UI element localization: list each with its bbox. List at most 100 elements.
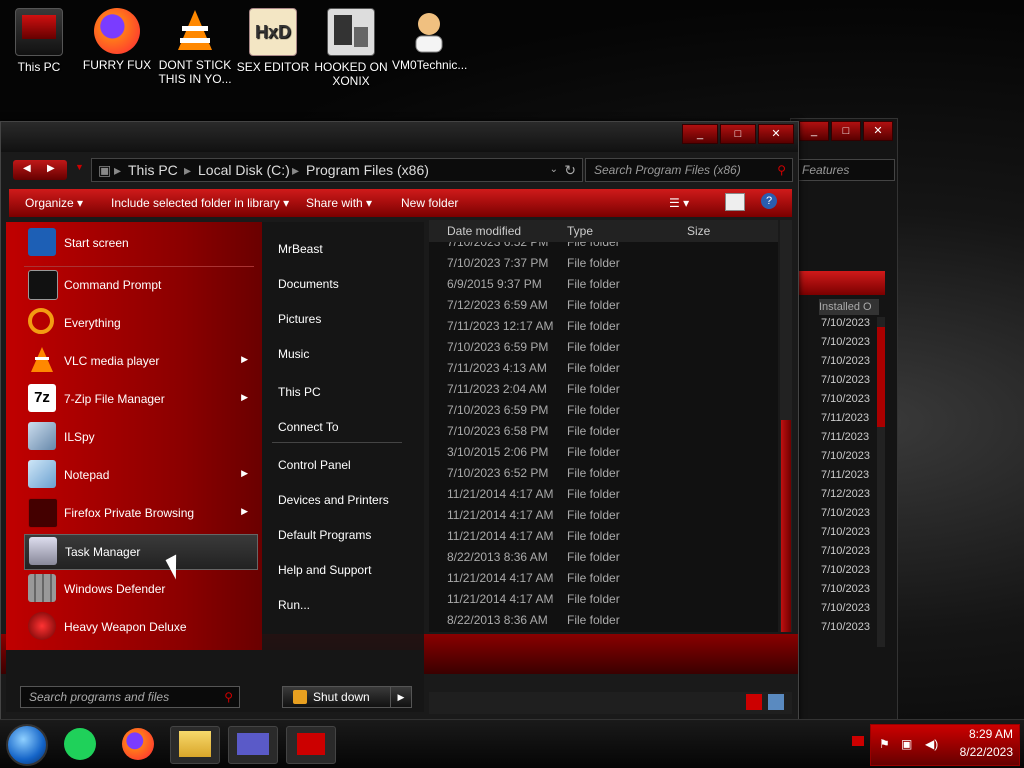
file-row[interactable]: 11/21/2014 4:17 AM File folder bbox=[429, 484, 778, 505]
preview-pane-icon[interactable] bbox=[725, 193, 745, 211]
clock-date[interactable]: 8/22/2023 bbox=[960, 745, 1013, 759]
taskbar-app-chat[interactable] bbox=[56, 726, 104, 762]
start-item-7zip[interactable]: 7z 7-Zip File Manager ▶ bbox=[24, 382, 256, 416]
start-item-vlc[interactable]: VLC media player ▶ bbox=[24, 344, 256, 378]
file-row[interactable]: 8/22/2013 8:36 AM File folder bbox=[429, 610, 778, 631]
maximize-button[interactable]: □ bbox=[720, 124, 756, 144]
file-row[interactable]: 7/11/2023 2:04 AM File folder bbox=[429, 379, 778, 400]
column-header-type[interactable]: Type bbox=[567, 224, 593, 238]
forward-arrow-icon[interactable]: ▶ bbox=[47, 163, 55, 174]
large-icons-view-icon[interactable] bbox=[768, 694, 784, 710]
organize-button[interactable]: Organize ▾ bbox=[25, 196, 83, 210]
start-item-start-screen[interactable]: Start screen bbox=[24, 226, 256, 260]
place-documents[interactable]: Documents bbox=[278, 277, 339, 291]
minimize-button[interactable]: _ bbox=[799, 121, 829, 141]
clock-time[interactable]: 8:29 AM bbox=[969, 727, 1013, 741]
file-row[interactable]: 7/10/2023 6:59 PM File folder bbox=[429, 400, 778, 421]
column-header-size[interactable]: Size bbox=[687, 224, 710, 238]
desktop-icon-vm0[interactable]: VM0Technic... bbox=[392, 8, 467, 72]
file-row[interactable]: 7/11/2023 12:17 AM File folder bbox=[429, 316, 778, 337]
scrollbar-thumb[interactable] bbox=[781, 420, 791, 632]
taskbar-app-explorer[interactable] bbox=[170, 726, 220, 764]
file-row[interactable]: 11/21/2014 4:17 AM File folder bbox=[429, 505, 778, 526]
file-row[interactable]: 8/22/2013 8:36 AM File folder bbox=[429, 547, 778, 568]
recent-pages-icon[interactable]: ▼ bbox=[75, 162, 84, 172]
desktop-icon-this-pc[interactable]: This PC bbox=[2, 8, 76, 74]
file-row[interactable]: 7/11/2023 4:13 AM File folder bbox=[429, 358, 778, 379]
details-view-icon[interactable] bbox=[746, 694, 762, 710]
file-row[interactable]: 11/21/2014 4:17 AM File folder bbox=[429, 589, 778, 610]
search-field[interactable]: Search Program Files (x86) ⚲ bbox=[585, 158, 793, 182]
search-icon[interactable]: ⚲ bbox=[224, 687, 233, 707]
submenu-arrow-icon[interactable]: ▶ bbox=[241, 392, 248, 403]
start-item-windows-defender[interactable]: Windows Defender bbox=[24, 572, 256, 606]
file-row[interactable]: 11/21/2014 4:17 AM File folder bbox=[429, 526, 778, 547]
breadcrumb-program-files[interactable]: Program Files (x86) bbox=[306, 159, 429, 181]
place-control-panel[interactable]: Control Panel bbox=[278, 458, 351, 472]
include-in-library-button[interactable]: Include selected folder in library ▾ bbox=[111, 196, 289, 210]
file-row[interactable]: 7/10/2023 7:37 PM File folder bbox=[429, 253, 778, 274]
file-row[interactable]: 7/10/2023 6:58 PM File folder bbox=[429, 421, 778, 442]
breadcrumb-local-disk[interactable]: Local Disk (C:) bbox=[198, 159, 290, 181]
refresh-icon[interactable]: ↻ bbox=[564, 159, 576, 181]
start-item-command-prompt[interactable]: Command Prompt bbox=[24, 268, 256, 302]
file-row[interactable]: 7/10/2023 6:52 PM File folder bbox=[429, 242, 778, 253]
help-icon[interactable]: ? bbox=[761, 193, 777, 209]
file-row[interactable]: 7/10/2023 6:59 PM File folder bbox=[429, 337, 778, 358]
network-icon[interactable]: ▣ bbox=[901, 737, 912, 751]
shutdown-options-button[interactable]: ▶ bbox=[390, 686, 412, 708]
place-connect-to[interactable]: Connect To bbox=[278, 420, 339, 434]
place-music[interactable]: Music bbox=[278, 347, 309, 361]
background-window[interactable]: _ □ ✕ Features Installed O 7/10/2023 7/10… bbox=[790, 118, 898, 720]
place-run[interactable]: Run... bbox=[278, 598, 310, 612]
start-item-notepad[interactable]: Notepad ▶ bbox=[24, 458, 256, 492]
view-options-icon[interactable]: ☰ ▾ bbox=[669, 196, 689, 210]
start-item-task-manager[interactable]: Task Manager bbox=[24, 534, 258, 570]
taskbar-app-red[interactable] bbox=[286, 726, 336, 764]
file-row[interactable]: 11/21/2014 4:17 AM File folder bbox=[429, 568, 778, 589]
address-bar[interactable]: ▣ ▸ This PC ▸ Local Disk (C:) ▸ Program … bbox=[91, 158, 583, 182]
minimize-button[interactable]: _ bbox=[682, 124, 718, 144]
shutdown-button[interactable]: Shut down bbox=[282, 686, 392, 708]
submenu-arrow-icon[interactable]: ▶ bbox=[241, 468, 248, 479]
taskbar-app-window[interactable] bbox=[228, 726, 278, 764]
file-row[interactable]: 3/10/2015 2:06 PM File folder bbox=[429, 442, 778, 463]
submenu-arrow-icon[interactable]: ▶ bbox=[241, 354, 248, 365]
new-folder-button[interactable]: New folder bbox=[401, 196, 458, 210]
column-header-installed[interactable]: Installed O bbox=[819, 299, 879, 315]
start-item-everything[interactable]: Everything bbox=[24, 306, 256, 340]
start-item-ilspy[interactable]: ILSpy bbox=[24, 420, 256, 454]
search-input[interactable]: Features bbox=[795, 159, 895, 181]
flag-icon[interactable]: ⚑ bbox=[879, 737, 890, 751]
desktop-icon-furry-fux[interactable]: FURRY FUX bbox=[80, 8, 154, 72]
place-default-programs[interactable]: Default Programs bbox=[278, 528, 371, 542]
back-arrow-icon[interactable]: ◀ bbox=[23, 163, 31, 174]
breadcrumb-this-pc[interactable]: This PC bbox=[128, 159, 178, 181]
desktop-icon-sex-editor[interactable]: HxD SEX EDITOR bbox=[236, 8, 310, 74]
share-with-button[interactable]: Share with ▾ bbox=[306, 196, 372, 210]
place-this-pc[interactable]: This PC bbox=[278, 385, 321, 399]
place-help-support[interactable]: Help and Support bbox=[278, 563, 371, 577]
start-item-heavy-weapon[interactable]: Heavy Weapon Deluxe bbox=[24, 610, 256, 644]
search-input[interactable]: Search Program Files (x86) bbox=[594, 159, 741, 181]
chevron-down-icon[interactable]: ⌄ bbox=[550, 159, 558, 181]
vertical-scrollbar[interactable] bbox=[780, 220, 792, 632]
place-devices-printers[interactable]: Devices and Printers bbox=[278, 493, 389, 507]
submenu-arrow-icon[interactable]: ▶ bbox=[241, 506, 248, 517]
column-header-date[interactable]: Date modified bbox=[447, 224, 521, 238]
desktop-icon-vlc[interactable]: DONT STICK THIS IN YO... bbox=[158, 8, 232, 86]
taskbar-app-firefox[interactable] bbox=[114, 726, 162, 762]
search-icon[interactable]: ⚲ bbox=[777, 159, 786, 181]
title-bar[interactable]: _ □ ✕ bbox=[1, 122, 798, 152]
file-row[interactable]: 6/9/2015 9:37 PM File folder bbox=[429, 274, 778, 295]
start-button[interactable] bbox=[6, 724, 48, 766]
place-mrbeast[interactable]: MrBeast bbox=[278, 242, 323, 256]
show-hidden-icons-icon[interactable] bbox=[852, 736, 864, 746]
scrollbar[interactable] bbox=[877, 317, 885, 647]
desktop-icon-xonix[interactable]: HOOKED ON XONIX bbox=[314, 8, 388, 88]
maximize-button[interactable]: □ bbox=[831, 121, 861, 141]
start-item-firefox-private[interactable]: Firefox Private Browsing ▶ bbox=[24, 496, 256, 530]
volume-icon[interactable]: ◀) bbox=[925, 737, 938, 751]
close-button[interactable]: ✕ bbox=[863, 121, 893, 141]
file-row[interactable]: 7/12/2023 6:59 AM File folder bbox=[429, 295, 778, 316]
